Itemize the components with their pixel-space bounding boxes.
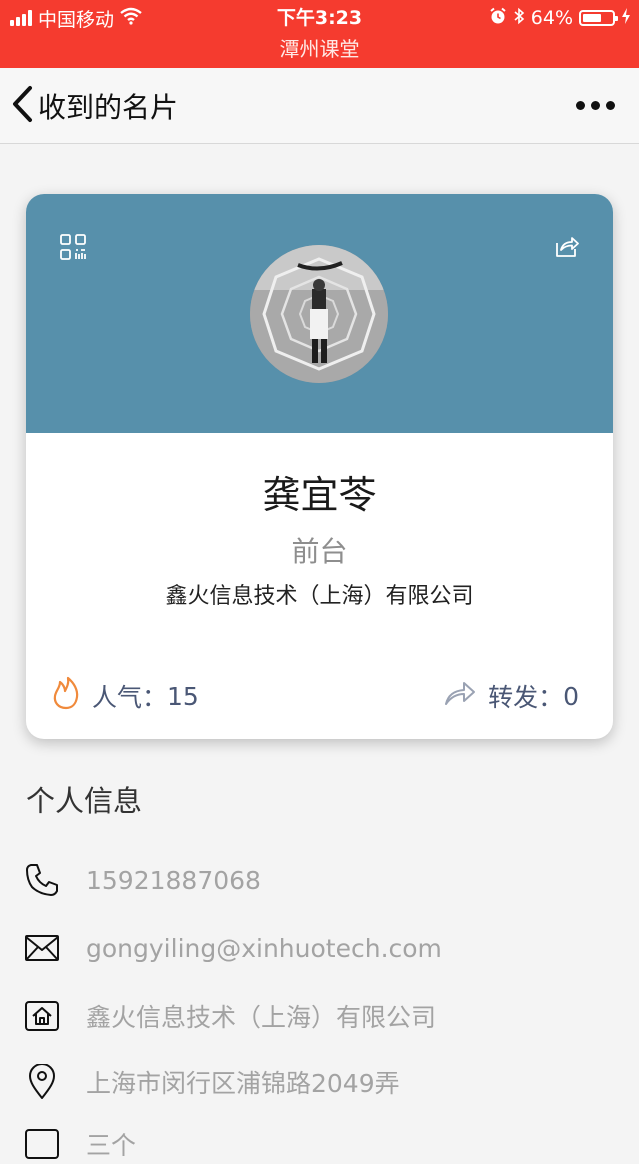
info-row-partial[interactable]: 三个 bbox=[24, 1124, 624, 1164]
more-dot-icon bbox=[606, 100, 615, 110]
battery-percent: 64% bbox=[530, 7, 573, 29]
page-title: 收到的名片 bbox=[38, 91, 179, 124]
popularity-stat: 人气： 15 bbox=[52, 676, 199, 716]
share-icon[interactable] bbox=[553, 233, 579, 263]
business-card: 龚宜苓 前台 鑫火信息技术（上海）有限公司 人气： 15 转发： 0 bbox=[26, 194, 613, 739]
forward-value: 0 bbox=[563, 681, 579, 711]
home-icon bbox=[24, 998, 60, 1034]
status-right: 64% bbox=[489, 4, 631, 32]
address: 上海市闵行区浦锦路2049弄 bbox=[86, 1069, 400, 1098]
info-row-phone[interactable]: 15921887068 bbox=[24, 860, 624, 900]
status-bar: 中国移动 下午3:23 64% 潭州课堂 bbox=[0, 0, 639, 68]
card-position: 前台 bbox=[291, 535, 348, 568]
phone-number: 15921887068 bbox=[86, 865, 261, 895]
info-row-email[interactable]: gongyiling@xinhuotech.com bbox=[24, 928, 624, 968]
bluetooth-icon bbox=[513, 7, 525, 30]
back-button[interactable]: 收到的名片 bbox=[10, 86, 178, 126]
section-title-personal-info: 个人信息 bbox=[26, 784, 143, 818]
nav-bar: 收到的名片 bbox=[0, 68, 639, 144]
info-row-company[interactable]: 鑫火信息技术（上海）有限公司 bbox=[24, 996, 624, 1036]
alarm-icon bbox=[489, 7, 507, 30]
mail-icon bbox=[24, 930, 60, 966]
battery-level bbox=[583, 14, 601, 22]
popularity-value: 15 bbox=[167, 681, 199, 711]
charging-icon bbox=[621, 7, 631, 30]
chevron-left-icon bbox=[10, 84, 34, 128]
card-company: 鑫火信息技术（上海）有限公司 bbox=[165, 584, 474, 609]
location-pin-icon bbox=[24, 1064, 60, 1100]
app-name: 潭州课堂 bbox=[279, 37, 360, 61]
qr-code-icon[interactable] bbox=[60, 234, 86, 264]
battery-icon bbox=[579, 10, 618, 26]
phone-icon bbox=[24, 862, 60, 898]
popularity-label: 人气： bbox=[92, 683, 168, 712]
forward-label: 转发： bbox=[488, 683, 564, 712]
card-header bbox=[26, 194, 613, 433]
email-address: gongyiling@xinhuotech.com bbox=[86, 933, 442, 963]
card-name: 龚宜苓 bbox=[262, 473, 377, 517]
forward-icon bbox=[444, 679, 488, 713]
forward-stat[interactable]: 转发： 0 bbox=[444, 678, 579, 714]
card-icon bbox=[24, 1126, 60, 1162]
info-row-address[interactable]: 上海市闵行区浦锦路2049弄 bbox=[24, 1062, 624, 1102]
partial-info-text: 三个 bbox=[86, 1131, 137, 1160]
more-button[interactable] bbox=[576, 90, 615, 120]
company-name: 鑫火信息技术（上海）有限公司 bbox=[86, 1003, 437, 1032]
avatar bbox=[250, 245, 388, 383]
flame-icon bbox=[52, 676, 92, 716]
more-dot-icon bbox=[591, 100, 600, 110]
more-dot-icon bbox=[576, 100, 585, 110]
